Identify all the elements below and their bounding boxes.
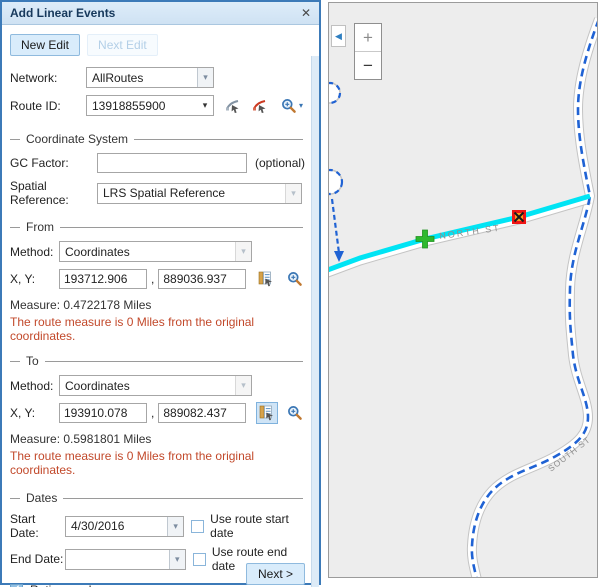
to-warning-text: The route measure is 0 Miles from the or… (10, 449, 303, 477)
from-measure-text: Measure: 0.4722178 Miles (10, 298, 303, 312)
panel-title: Add Linear Events (10, 6, 115, 20)
zoom-in-button[interactable]: + (355, 24, 381, 51)
optional-note: (optional) (255, 156, 305, 170)
chevron-down-icon[interactable]: ▾ (235, 376, 251, 395)
to-x-input[interactable] (59, 403, 147, 423)
add-linear-events-panel: Add Linear Events ✕ New Edit Next Edit N… (0, 0, 321, 585)
use-route-start-date-checkbox[interactable] (191, 520, 204, 533)
retire-overlaps-label: Retire overlaps (30, 583, 111, 587)
to-method-select[interactable]: Coordinates ▾ (59, 375, 252, 396)
from-zoom-to-icon[interactable] (287, 271, 303, 287)
from-pick-on-map-icon[interactable] (256, 268, 276, 290)
to-method-value: Coordinates (60, 379, 235, 393)
from-y-input[interactable] (158, 269, 246, 289)
next-edit-button[interactable]: Next Edit (87, 34, 158, 56)
panel-scrollbar[interactable] (311, 56, 319, 587)
use-route-start-date-label: Use route start date (210, 512, 303, 540)
spatial-reference-label: Spatial Reference: (10, 179, 97, 207)
chevron-down-icon[interactable]: ▾ (235, 242, 251, 261)
to-pick-on-map-icon[interactable] (256, 402, 278, 424)
road-casings (329, 19, 597, 577)
to-zoom-to-icon[interactable] (287, 405, 303, 421)
network-label: Network: (10, 71, 86, 85)
from-warning-text: The route measure is 0 Miles from the or… (10, 315, 303, 343)
start-date-label: Start Date: (10, 512, 65, 540)
end-date-select[interactable]: ▾ (65, 549, 186, 570)
map-view[interactable]: NORTH ST SOUTH ST ◀ + − (328, 2, 598, 578)
chevron-down-icon[interactable]: ▾ (169, 550, 185, 569)
spatial-reference-select[interactable]: LRS Spatial Reference ▾ (97, 183, 302, 204)
map-canvas: NORTH ST SOUTH ST (329, 3, 597, 577)
road-spur-arrow (334, 251, 344, 262)
from-method-value: Coordinates (60, 245, 235, 259)
select-route-on-map-icon[interactable] (225, 98, 241, 114)
from-x-input[interactable] (59, 269, 147, 289)
panel-header: Add Linear Events ✕ (2, 2, 319, 25)
close-icon[interactable]: ✕ (301, 6, 311, 20)
from-xy-label: X, Y: (10, 272, 59, 286)
gc-factor-input[interactable] (97, 153, 247, 173)
retire-overlaps-checkbox[interactable]: ✓ (10, 584, 23, 587)
to-y-input[interactable] (158, 403, 246, 423)
road-spur (332, 199, 339, 253)
gc-factor-label: GC Factor: (10, 156, 97, 170)
section-from: From (10, 220, 303, 234)
route-id-combo[interactable]: 13918855900 ▾ (86, 95, 214, 116)
route-id-label: Route ID: (10, 99, 86, 113)
from-method-select[interactable]: Coordinates ▾ (59, 241, 252, 262)
start-date-value: 4/30/2016 (66, 519, 167, 533)
select-route-active-icon[interactable] (252, 98, 268, 114)
end-date-label: End Date: (10, 552, 65, 566)
network-select[interactable]: AllRoutes ▾ (86, 67, 214, 88)
road-label-north-st: NORTH ST (439, 223, 502, 242)
zoom-out-button[interactable]: − (355, 51, 381, 79)
next-button[interactable]: Next > (246, 563, 305, 585)
from-method-label: Method: (10, 245, 59, 259)
start-date-select[interactable]: 4/30/2016 ▾ (65, 516, 184, 537)
comma-separator: , (151, 272, 154, 286)
collapse-arrow-icon: ◀ (335, 31, 342, 42)
comma-separator: , (151, 406, 154, 420)
to-xy-label: X, Y: (10, 406, 59, 420)
to-method-label: Method: (10, 379, 59, 393)
section-coordinate-system: Coordinate System (10, 132, 303, 146)
chevron-down-icon[interactable]: ▾ (197, 68, 213, 87)
collapse-panel-button[interactable]: ◀ (331, 25, 346, 47)
route-id-value: 13918855900 (87, 99, 197, 113)
map-zoom-control: + − (354, 23, 382, 80)
new-edit-button[interactable]: New Edit (10, 34, 80, 56)
section-to: To (10, 354, 303, 368)
panel-body: New Edit Next Edit Network: AllRoutes ▾ … (2, 34, 319, 587)
chevron-down-icon[interactable]: ▾ (197, 96, 213, 115)
use-route-end-date-checkbox[interactable] (193, 553, 206, 566)
to-measure-text: Measure: 0.5981801 Miles (10, 432, 303, 446)
chevron-down-icon[interactable]: ▾ (285, 184, 301, 203)
chevron-down-icon[interactable]: ▾ (167, 517, 183, 536)
spatial-reference-value: LRS Spatial Reference (98, 186, 285, 200)
zoom-menu-arrow-icon[interactable]: ▾ (299, 101, 303, 110)
to-point-marker[interactable] (514, 212, 525, 223)
zoom-to-route-icon[interactable] (281, 98, 297, 114)
network-value: AllRoutes (87, 71, 197, 85)
app-window: Add Linear Events ✕ New Edit Next Edit N… (0, 0, 600, 587)
section-dates: Dates (10, 491, 303, 505)
